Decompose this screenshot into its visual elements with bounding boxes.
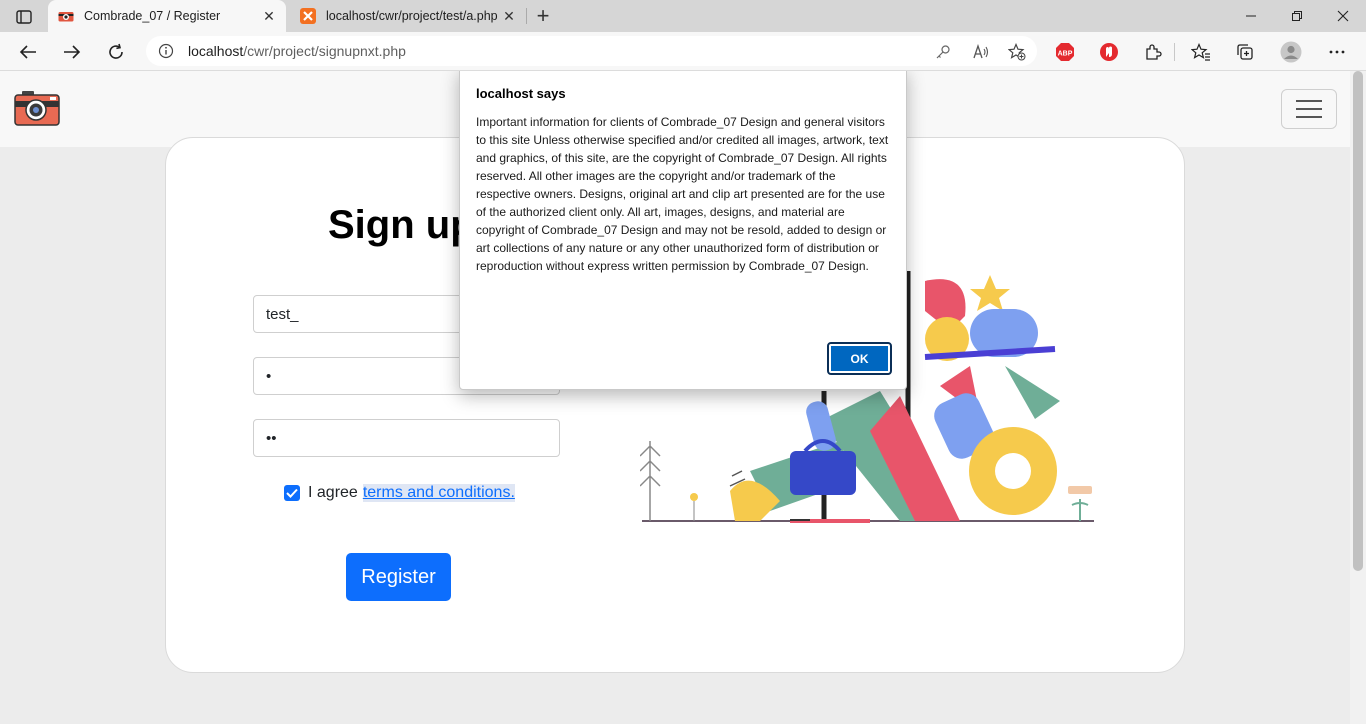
url-text: localhost/cwr/project/signupnxt.php	[188, 43, 406, 59]
tab-divider	[526, 8, 527, 24]
read-aloud-icon[interactable]	[972, 43, 990, 61]
tab-test-page[interactable]: localhost/cwr/project/test/a.php ✕	[290, 0, 526, 32]
close-tab-icon[interactable]: ✕	[500, 7, 518, 25]
address-bar[interactable]: localhost/cwr/project/signupnxt.php	[146, 36, 1037, 66]
site-info-icon[interactable]	[158, 43, 174, 59]
extensions-icon[interactable]	[1142, 41, 1164, 63]
hamburger-line	[1296, 100, 1322, 102]
agree-checkbox[interactable]	[284, 485, 300, 501]
new-tab-icon[interactable]: +	[531, 3, 555, 28]
tab-title: Combrade_07 / Register	[84, 9, 221, 23]
back-icon[interactable]	[14, 38, 42, 66]
close-tab-icon[interactable]: ✕	[260, 7, 278, 25]
profile-icon[interactable]	[1280, 41, 1302, 63]
terms-row: I agree terms and conditions.	[284, 484, 515, 502]
register-button[interactable]: Register	[346, 553, 451, 601]
terms-link[interactable]: terms and conditions.	[362, 484, 515, 502]
agree-label: I agree	[308, 484, 358, 501]
maximize-icon[interactable]	[1274, 0, 1320, 32]
svg-text:ABP: ABP	[1058, 51, 1073, 58]
forward-icon[interactable]	[58, 38, 86, 66]
add-favorite-icon[interactable]	[1008, 43, 1026, 61]
hamburger-line	[1296, 116, 1322, 118]
camera-logo-icon[interactable]	[14, 89, 60, 127]
page-scrollbar[interactable]	[1350, 71, 1366, 724]
key-icon[interactable]	[934, 43, 952, 61]
alert-dialog: localhost says Important information for…	[459, 71, 907, 390]
favorites-icon[interactable]	[1190, 41, 1212, 63]
adblock-plus-icon[interactable]: ABP	[1054, 41, 1076, 63]
ok-button[interactable]: OK	[827, 342, 892, 375]
web-page: Sign up test_ • •• I agree terms and con…	[0, 71, 1350, 724]
tab-title: localhost/cwr/project/test/a.php	[326, 9, 498, 23]
tab-register[interactable]: Combrade_07 / Register ✕	[48, 0, 286, 32]
more-icon[interactable]	[1326, 41, 1348, 63]
xampp-favicon-icon	[300, 8, 316, 24]
collections-icon[interactable]	[1234, 41, 1256, 63]
ublock-icon[interactable]	[1098, 41, 1120, 63]
tab-actions-icon[interactable]	[10, 6, 38, 28]
tab-strip: Combrade_07 / Register ✕ localhost/cwr/p…	[0, 0, 1366, 32]
dialog-title: localhost says	[476, 86, 566, 101]
scrollbar-thumb[interactable]	[1353, 71, 1363, 571]
close-window-icon[interactable]	[1320, 0, 1366, 32]
minimize-icon[interactable]	[1228, 0, 1274, 32]
refresh-icon[interactable]	[102, 38, 130, 66]
page-title: Sign up	[328, 203, 475, 247]
toolbar-divider	[1174, 43, 1175, 61]
hamburger-line	[1296, 108, 1322, 110]
menu-toggle-button[interactable]	[1281, 89, 1337, 129]
camera-favicon-icon	[58, 8, 74, 24]
confirm-password-field[interactable]: ••	[253, 419, 560, 457]
browser-toolbar: localhost/cwr/project/signupnxt.php ABP	[0, 32, 1366, 71]
dialog-message: Important information for clients of Com…	[476, 115, 889, 273]
